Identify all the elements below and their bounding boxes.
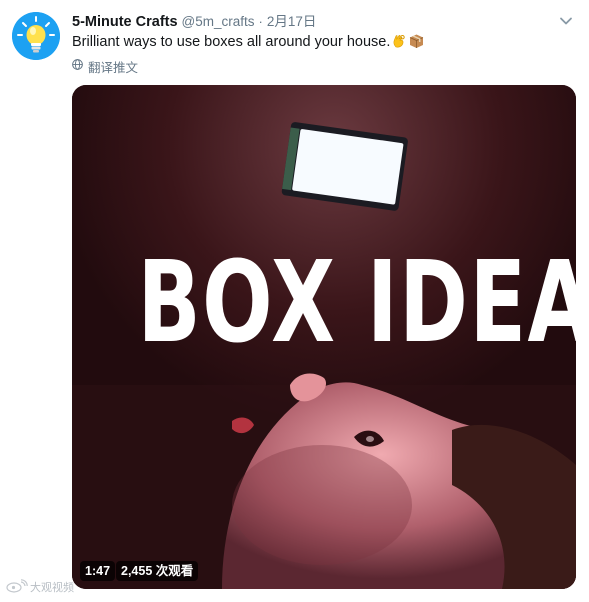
tweet-header: 5-Minute Crafts @5m_crafts · 2月17日 xyxy=(72,10,549,30)
watermark: 大观视频 xyxy=(6,578,74,596)
user-handle[interactable]: @5m_crafts xyxy=(182,14,255,29)
tweet-date[interactable]: 2月17日 xyxy=(267,10,317,30)
lightbulb-icon xyxy=(12,12,60,60)
video-duration-badge: 1:47 xyxy=(80,561,116,581)
tweet-card[interactable]: 5-Minute Crafts @5m_crafts · 2月17日 Brill… xyxy=(0,0,589,602)
video-player[interactable]: BOX IDEAS 1:47 2,455 次观看 xyxy=(72,85,576,589)
watermark-text: 大观视频 xyxy=(30,582,74,594)
chevron-down-icon[interactable] xyxy=(557,12,575,30)
weibo-logo-icon xyxy=(6,578,28,596)
translate-label: 翻译推文 xyxy=(88,60,139,75)
globe-icon xyxy=(72,59,83,73)
tweet-text: Brilliant ways to use boxes all around y… xyxy=(72,32,569,55)
video-overlay-title: BOX IDEAS xyxy=(137,238,576,368)
video-views-badge: 2,455 次观看 xyxy=(116,561,199,581)
package-emoji xyxy=(408,33,425,55)
avatar[interactable] xyxy=(12,12,60,60)
display-name[interactable]: 5-Minute Crafts xyxy=(72,14,178,30)
tweet-body: Brilliant ways to use boxes all around y… xyxy=(72,34,391,50)
ok-hand-emoji xyxy=(391,33,407,55)
translate-tweet-link[interactable]: 翻译推文 xyxy=(72,57,138,75)
separator-dot: · xyxy=(258,14,263,29)
